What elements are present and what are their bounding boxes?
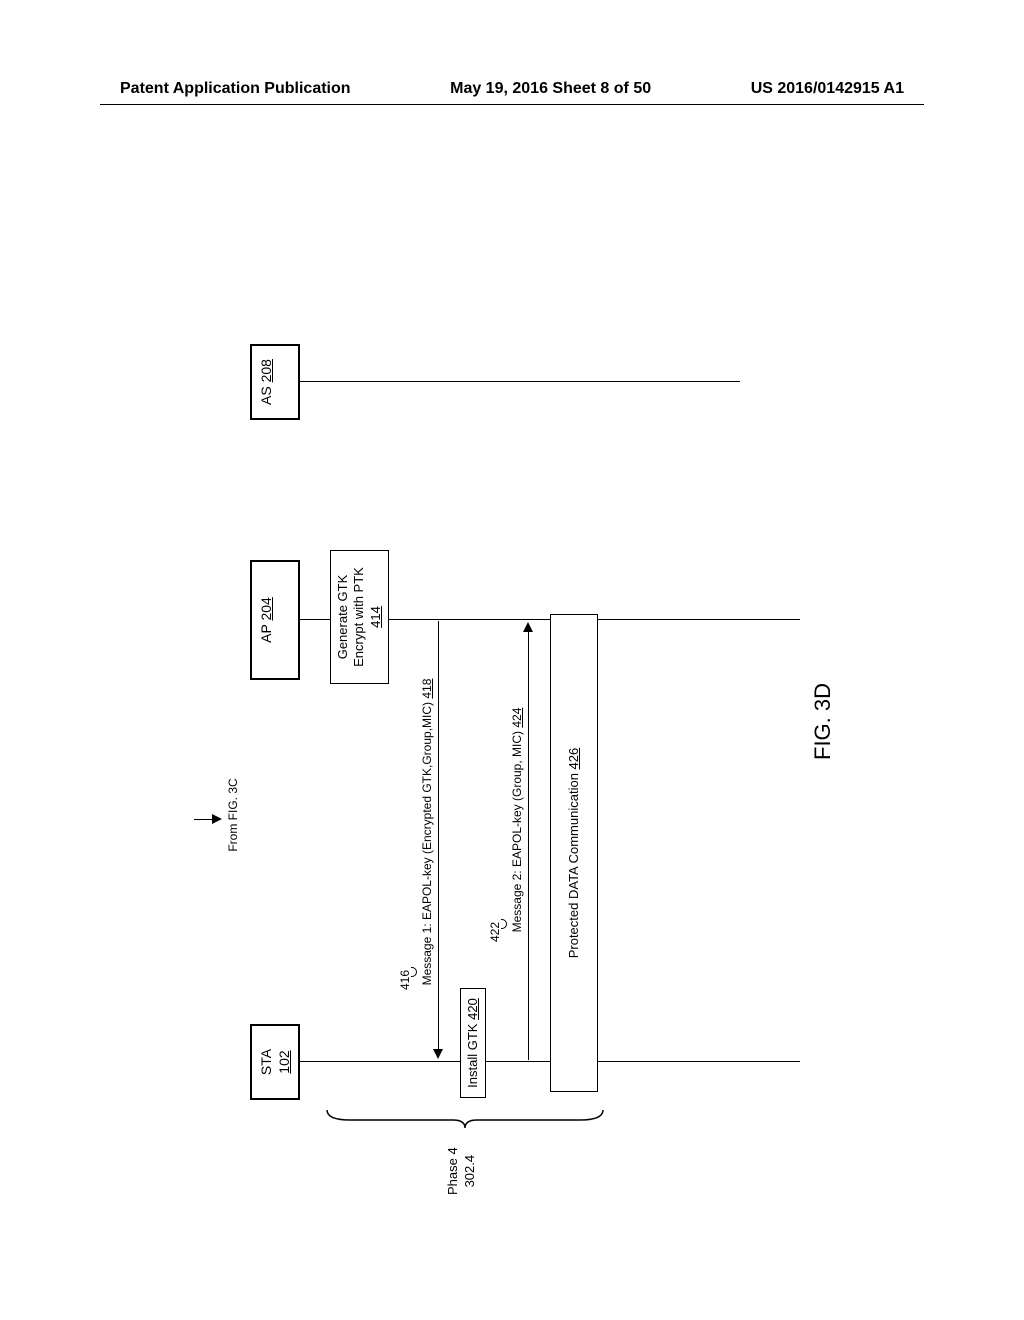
msg2-text: Message 2: EAPOL-key (Group, MIC) 424	[510, 650, 524, 990]
msg2-arrowhead	[523, 622, 533, 632]
header-center: May 19, 2016 Sheet 8 of 50	[450, 80, 651, 98]
continuation-stem	[194, 819, 212, 820]
protected-ref: 426	[566, 748, 581, 770]
msg2-prefix: 422	[488, 922, 502, 942]
msg1-arc	[411, 967, 417, 977]
phase-label: Phase 4 302.4	[445, 1147, 479, 1195]
install-label: Install GTK	[465, 1024, 480, 1088]
entity-sta: STA 102	[250, 1024, 300, 1100]
phase-brace	[325, 1106, 605, 1130]
continuation-label: From FIG. 3C	[226, 750, 240, 880]
msg2-arc	[501, 919, 507, 929]
entity-ap-ref: 204	[258, 597, 274, 620]
box-install-gtk: Install GTK 420	[460, 988, 486, 1098]
box-protected-data: Protected DATA Communication 426	[550, 614, 598, 1092]
msg1-text: Message 1: EAPOL-key (Encrypted GTK,Grou…	[420, 622, 434, 1042]
msg1-line	[438, 621, 439, 1049]
entity-as-label: AS	[258, 386, 274, 405]
msg1-prefix: 416	[398, 970, 412, 990]
msg1-arrowhead	[433, 1049, 443, 1059]
header-rule	[100, 104, 924, 105]
header-right: US 2016/0142915 A1	[751, 80, 904, 98]
continuation-arrow	[212, 814, 222, 824]
figure-diagram: From FIG. 3C STA 102 AP 204 AS 208 Gener…	[190, 170, 850, 1120]
generate-line1: Generate GTK	[335, 575, 350, 660]
as-lifeline	[300, 381, 740, 382]
entity-ap: AP 204	[250, 560, 300, 680]
page-header: Patent Application Publication May 19, 2…	[120, 80, 904, 98]
install-ref: 420	[465, 998, 480, 1020]
entity-sta-label: STA	[258, 1049, 274, 1075]
entity-as: AS 208	[250, 344, 300, 420]
entity-sta-ref: 102	[276, 1050, 292, 1073]
msg2-line	[528, 632, 529, 1060]
entity-ap-label: AP	[258, 624, 274, 642]
figure-caption: FIG. 3D	[810, 683, 836, 760]
header-left: Patent Application Publication	[120, 80, 351, 98]
protected-label: Protected DATA Communication	[566, 773, 581, 958]
box-generate-gtk: Generate GTK Encrypt with PTK 414	[330, 550, 389, 684]
generate-line2: Encrypt with PTK	[351, 567, 366, 667]
generate-ref: 414	[368, 606, 383, 628]
entity-as-ref: 208	[258, 359, 274, 382]
